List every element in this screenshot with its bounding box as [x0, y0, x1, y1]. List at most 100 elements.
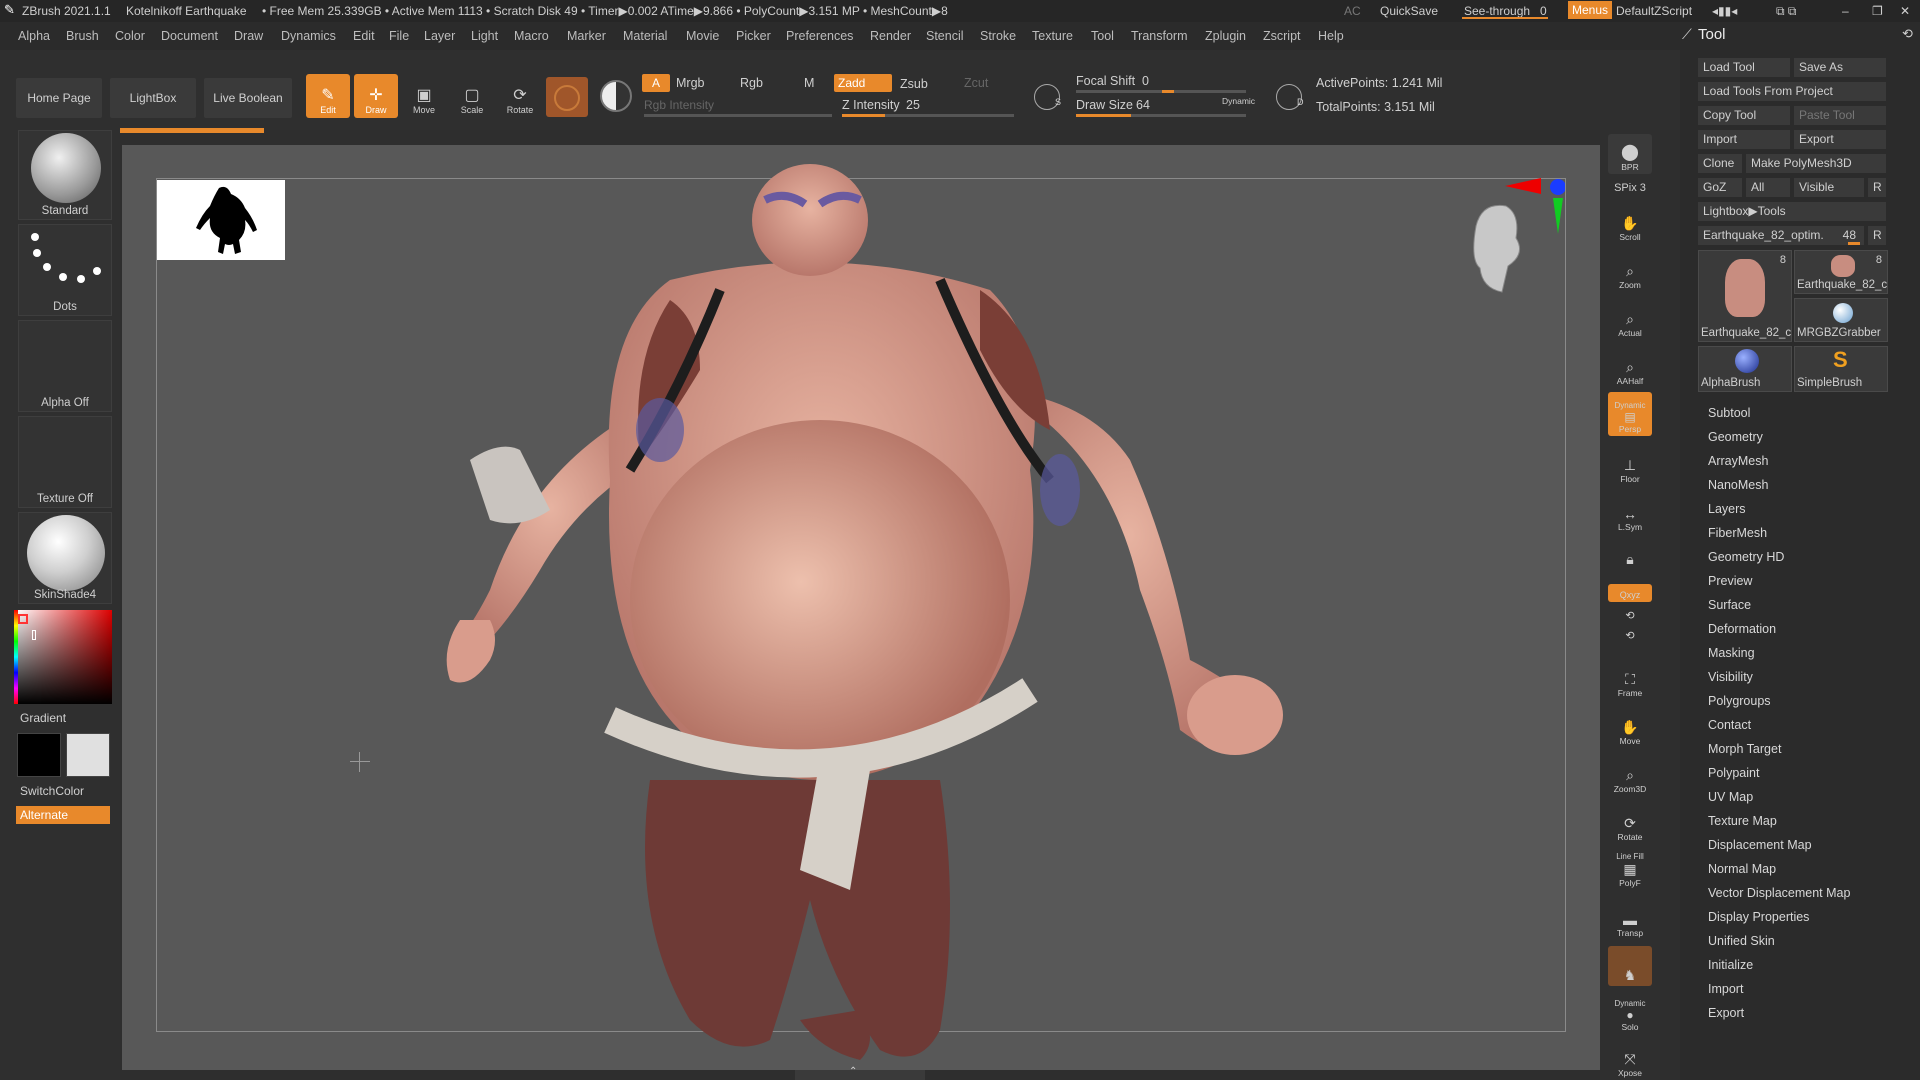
- menu-render[interactable]: Render: [870, 29, 911, 43]
- menu-transform[interactable]: Transform: [1131, 29, 1188, 43]
- focal-shift-label[interactable]: Focal Shift: [1076, 74, 1135, 88]
- texture-slot[interactable]: Texture Off: [18, 416, 112, 508]
- menu-marker[interactable]: Marker: [567, 29, 606, 43]
- subpalette-import[interactable]: Import: [1708, 982, 1743, 996]
- load-tools-from-project-button[interactable]: Load Tools From Project: [1698, 82, 1886, 101]
- menu-macro[interactable]: Macro: [514, 29, 549, 43]
- goz-button[interactable]: GoZ: [1698, 178, 1742, 197]
- menu-dynamics[interactable]: Dynamics: [281, 29, 336, 43]
- solo-button[interactable]: Dynamic ● Solo: [1608, 994, 1652, 1034]
- menu-edit[interactable]: Edit: [353, 29, 375, 43]
- menu-stroke[interactable]: Stroke: [980, 29, 1016, 43]
- menu-brush[interactable]: Brush: [66, 29, 99, 43]
- gradient-toggle[interactable]: Gradient: [20, 711, 66, 725]
- rotate-y-icon[interactable]: ⟲: [1608, 606, 1652, 624]
- menu-movie[interactable]: Movie: [686, 29, 719, 43]
- hue-strip[interactable]: [14, 610, 18, 704]
- live-boolean-button[interactable]: Live Boolean: [204, 78, 292, 118]
- floor-button[interactable]: ⊥ Floor: [1608, 446, 1652, 486]
- goz-all-button[interactable]: All: [1746, 178, 1790, 197]
- color-picker[interactable]: [14, 610, 112, 704]
- subpalette-fibermesh[interactable]: FiberMesh: [1708, 526, 1767, 540]
- default-zscript-button[interactable]: DefaultZScript: [1616, 4, 1692, 18]
- subpalette-morph-target[interactable]: Morph Target: [1708, 742, 1781, 756]
- secondary-color-swatch[interactable]: [66, 733, 110, 777]
- copy-tool-button[interactable]: Copy Tool: [1698, 106, 1790, 125]
- menu-picker[interactable]: Picker: [736, 29, 771, 43]
- lightbox-tools-button[interactable]: Lightbox▶Tools: [1698, 202, 1886, 221]
- import-button[interactable]: Import: [1698, 130, 1790, 149]
- menu-file[interactable]: File: [389, 29, 409, 43]
- lazy-mouse-s-icon[interactable]: S: [1034, 84, 1061, 110]
- menu-preferences[interactable]: Preferences: [786, 29, 853, 43]
- goz-r-button[interactable]: R: [1868, 178, 1886, 197]
- subpalette-subtool[interactable]: Subtool: [1708, 406, 1750, 420]
- polyf-button[interactable]: Line Fill ▦ PolyF: [1608, 846, 1652, 890]
- menu-document[interactable]: Document: [161, 29, 218, 43]
- menu-stencil[interactable]: Stencil: [926, 29, 964, 43]
- zsub-toggle[interactable]: Zsub: [900, 77, 928, 91]
- tool-thumb-earthquake-2[interactable]: 8 Earthquake_82_c: [1794, 250, 1888, 294]
- subpalette-display-properties[interactable]: Display Properties: [1708, 910, 1809, 924]
- brush-slot[interactable]: Standard: [18, 130, 112, 220]
- lazy-mouse-d-icon[interactable]: D: [1276, 84, 1304, 110]
- subpalette-normal-map[interactable]: Normal Map: [1708, 862, 1776, 876]
- m-toggle[interactable]: M: [804, 76, 814, 90]
- draw-size-slider[interactable]: [1076, 114, 1246, 117]
- axis-gizmo[interactable]: [1505, 178, 1566, 238]
- menu-light[interactable]: Light: [471, 29, 498, 43]
- palette-pin-icon[interactable]: ⟋: [1682, 26, 1692, 43]
- subpalette-unified-skin[interactable]: Unified Skin: [1708, 934, 1775, 948]
- paste-tool-button[interactable]: Paste Tool: [1794, 106, 1886, 125]
- a-toggle[interactable]: A: [642, 74, 670, 92]
- export-button[interactable]: Export: [1794, 130, 1886, 149]
- load-tool-button[interactable]: Load Tool: [1698, 58, 1790, 77]
- minimize-icon[interactable]: –: [1842, 4, 1849, 18]
- spix-slider[interactable]: SPix 3: [1608, 176, 1652, 196]
- alpha-slot[interactable]: Alpha Off: [18, 320, 112, 412]
- menu-material[interactable]: Material: [623, 29, 667, 43]
- menu-color[interactable]: Color: [115, 29, 145, 43]
- subpalette-geometry-hd[interactable]: Geometry HD: [1708, 550, 1784, 564]
- rgb-toggle[interactable]: Rgb: [740, 76, 763, 90]
- material-slot[interactable]: SkinShade4: [18, 512, 112, 604]
- material-swatch-button[interactable]: [546, 77, 588, 117]
- layout-icon[interactable]: ◂▮▮◂: [1712, 4, 1737, 18]
- menu-help[interactable]: Help: [1318, 29, 1344, 43]
- subpalette-vector-displacement-map[interactable]: Vector Displacement Map: [1708, 886, 1850, 900]
- rotate-z-icon[interactable]: ⟲: [1608, 626, 1652, 644]
- dynamic-toggle[interactable]: Dynamic: [1222, 96, 1255, 106]
- subpalette-layers[interactable]: Layers: [1708, 502, 1746, 516]
- rgb-intensity-label[interactable]: Rgb Intensity: [644, 98, 714, 112]
- rgb-intensity-slider[interactable]: [644, 114, 832, 117]
- subpalette-preview[interactable]: Preview: [1708, 574, 1752, 588]
- switch-color-button[interactable]: SwitchColor: [20, 784, 84, 798]
- make-polymesh3d-button[interactable]: Make PolyMesh3D: [1746, 154, 1886, 173]
- tool-thumb-simplebrush[interactable]: S SimpleBrush: [1794, 346, 1888, 392]
- stroke-slot[interactable]: Dots: [18, 224, 112, 316]
- subpalette-contact[interactable]: Contact: [1708, 718, 1751, 732]
- earthquake-model[interactable]: [420, 160, 1300, 1070]
- quicksave-button[interactable]: QuickSave: [1380, 4, 1438, 18]
- subpalette-deformation[interactable]: Deformation: [1708, 622, 1776, 636]
- scale-mode-button[interactable]: ▢ Scale: [450, 74, 494, 118]
- lsym-button[interactable]: ↔ L.Sym: [1608, 494, 1652, 534]
- move-mode-button[interactable]: ▣ Move: [402, 74, 446, 118]
- subpalette-geometry[interactable]: Geometry: [1708, 430, 1763, 444]
- menu-texture[interactable]: Texture: [1032, 29, 1073, 43]
- focal-shift-slider[interactable]: [1076, 90, 1246, 93]
- subpalette-uv-map[interactable]: UV Map: [1708, 790, 1753, 804]
- rotate-view-button[interactable]: ⟳ Rotate: [1608, 804, 1652, 844]
- z-intensity-label[interactable]: Z Intensity: [842, 98, 900, 112]
- main-color-swatch[interactable]: [17, 733, 61, 777]
- subpalette-nanomesh[interactable]: NanoMesh: [1708, 478, 1768, 492]
- frame-button[interactable]: ⛶ Frame: [1608, 660, 1652, 700]
- subpalette-polygroups[interactable]: Polygroups: [1708, 694, 1771, 708]
- move-view-button[interactable]: ✋ Move: [1608, 708, 1652, 748]
- zoom3d-button[interactable]: ⌕ Zoom3D: [1608, 756, 1652, 796]
- tool-palette-title[interactable]: Tool: [1698, 26, 1726, 43]
- draw-size-label[interactable]: Draw Size: [1076, 98, 1133, 112]
- goz-visible-button[interactable]: Visible: [1794, 178, 1864, 197]
- edit-mode-button[interactable]: ✎ Edit: [306, 74, 350, 118]
- xpose-button[interactable]: ⤧ Xpose: [1608, 1040, 1652, 1080]
